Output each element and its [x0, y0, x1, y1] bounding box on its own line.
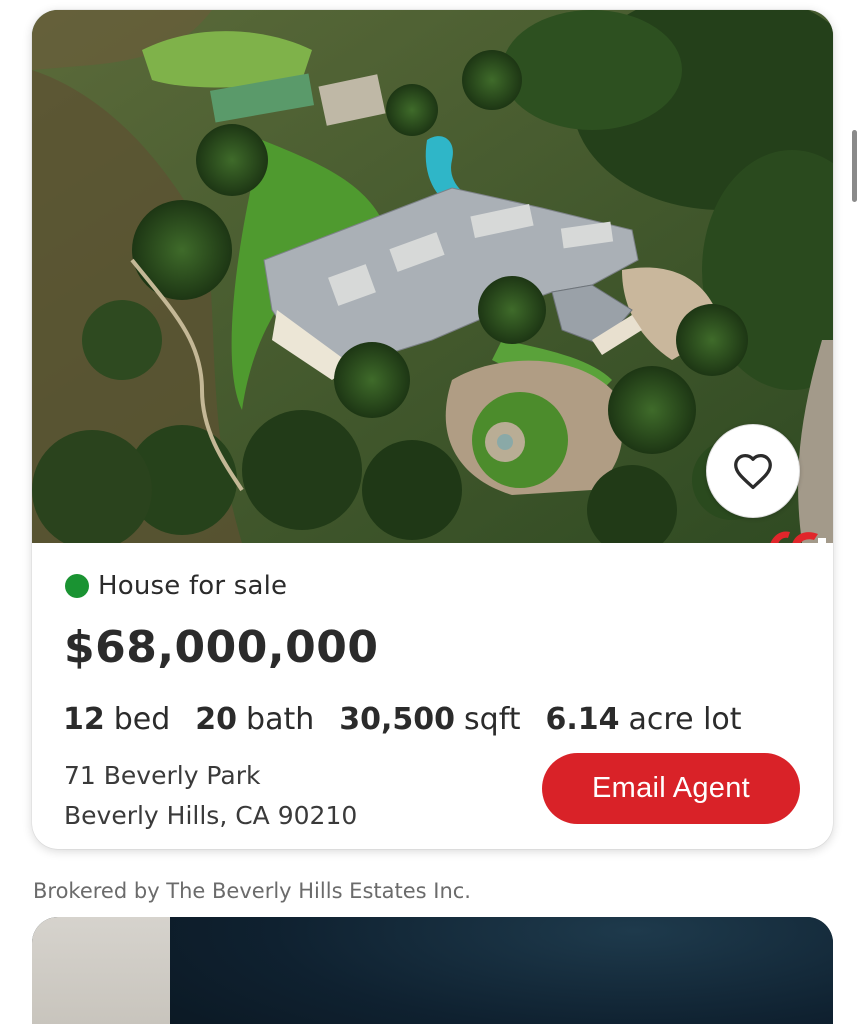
- listing-address[interactable]: 71 Beverly Park Beverly Hills, CA 90210: [64, 756, 357, 836]
- status-label: House for sale: [98, 571, 288, 601]
- listing-page: House for sale $68,000,000 12 bed 20 bath …: [0, 0, 865, 1024]
- address-line-street: 71 Beverly Park: [64, 761, 261, 790]
- photo-watermark-logo: [770, 531, 826, 543]
- listing-card[interactable]: House for sale $68,000,000 12 bed 20 bath …: [32, 10, 833, 849]
- next-listing-card[interactable]: [32, 917, 833, 1024]
- heart-outline-icon: [734, 453, 772, 490]
- next-listing-photo: [170, 917, 833, 1024]
- listing-photo[interactable]: [32, 10, 833, 543]
- favorite-button[interactable]: [706, 424, 800, 518]
- listing-price: $68,000,000: [64, 622, 379, 673]
- fact-beds: 12 bed: [63, 702, 171, 737]
- listing-facts: 12 bed 20 bath 30,500 sqft 6.14 acre lot: [63, 702, 767, 737]
- fact-baths: 20 bath: [195, 702, 315, 737]
- email-agent-button[interactable]: Email Agent: [542, 753, 800, 824]
- next-listing-photo-left: [32, 917, 170, 1024]
- fact-lot-size: 6.14 acre lot: [545, 702, 742, 737]
- scrollbar[interactable]: [852, 130, 857, 202]
- fact-sqft: 30,500 sqft: [339, 702, 521, 737]
- listing-status: House for sale: [65, 571, 288, 601]
- broker-attribution: Brokered by The Beverly Hills Estates In…: [33, 879, 471, 903]
- status-dot-icon: [65, 574, 89, 598]
- address-line-city: Beverly Hills, CA 90210: [64, 801, 358, 830]
